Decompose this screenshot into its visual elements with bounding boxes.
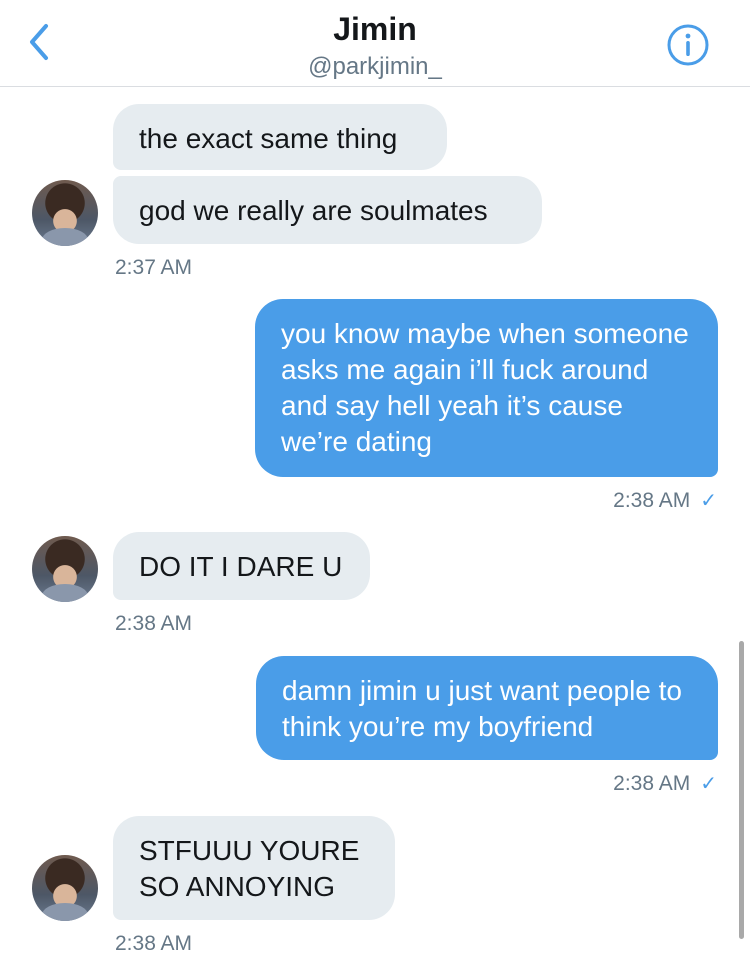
outgoing-message[interactable]: damn jimin u just want people to think y… — [256, 656, 718, 760]
read-check-icon: ✓ — [700, 773, 717, 795]
message-timestamp: 2:38 AM ✓ — [613, 771, 717, 796]
conversation-header: Jimin @parkjimin_ — [0, 0, 750, 87]
avatar[interactable] — [32, 855, 98, 921]
message-timestamp: 2:38 AM ✓ — [613, 488, 717, 513]
read-check-icon: ✓ — [700, 490, 717, 512]
message-timestamp: 2:38 AM — [115, 932, 193, 955]
message-timestamp: 2:38 AM — [115, 612, 193, 635]
incoming-message[interactable]: STFUUU YOURE SO ANNOYING — [113, 816, 395, 920]
timestamp-text: 2:38 AM — [613, 489, 691, 512]
avatar[interactable] — [32, 536, 98, 602]
scrollbar[interactable] — [739, 641, 744, 939]
incoming-message[interactable]: the exact same thing — [113, 104, 447, 170]
message-timestamp: 2:37 AM — [115, 256, 193, 279]
contact-name[interactable]: Jimin — [0, 11, 750, 48]
avatar[interactable] — [32, 180, 98, 246]
outgoing-message[interactable]: you know maybe when someone asks me agai… — [255, 299, 718, 477]
contact-handle: @parkjimin_ — [308, 53, 442, 80]
info-button[interactable] — [666, 23, 710, 67]
info-icon — [667, 24, 709, 66]
timestamp-text: 2:38 AM — [613, 772, 691, 795]
incoming-message[interactable]: DO IT I DARE U — [113, 532, 370, 600]
incoming-message[interactable]: god we really are soulmates — [113, 176, 542, 244]
